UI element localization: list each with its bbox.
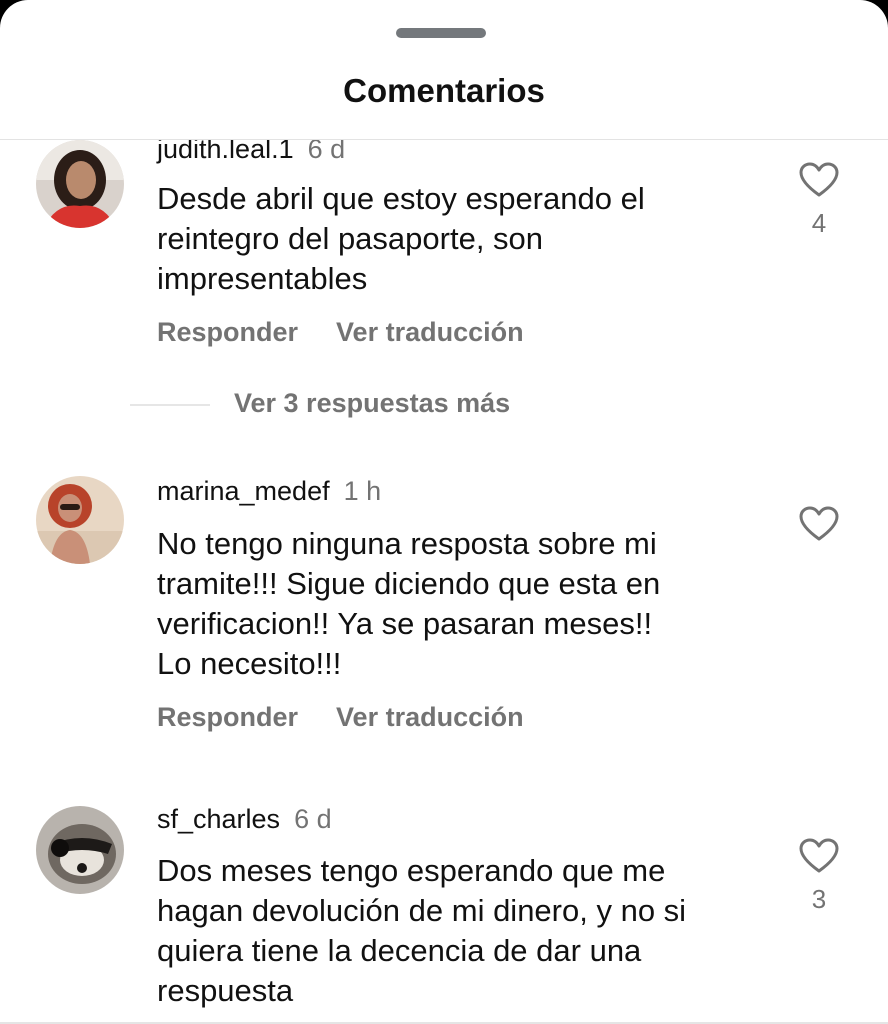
translate-button[interactable]: Ver traducción — [336, 317, 524, 347]
comment-line: reintegro del pasaporte, son — [157, 221, 544, 256]
comment-actions: Responder Ver traducción — [157, 317, 524, 348]
username[interactable]: sf_charles — [157, 804, 280, 834]
drag-handle[interactable] — [396, 28, 486, 38]
replies-divider — [130, 404, 210, 406]
reply-button[interactable]: Responder — [157, 702, 298, 732]
view-more-replies[interactable]: Ver 3 respuestas más — [0, 386, 888, 422]
heart-outline-icon — [799, 506, 839, 541]
comment-text: Dos meses tengo esperando que me hagan d… — [157, 851, 757, 1011]
comment-line: verificacion!! Ya se pasaran meses!! — [157, 606, 653, 641]
comment-line: quiera tiene la decencia de dar una — [157, 933, 642, 968]
username[interactable]: judith.leal.1 — [157, 140, 294, 164]
like-button[interactable]: 3 — [796, 838, 842, 915]
comment-line: Desde abril que estoy esperando el — [157, 181, 645, 216]
comment-line: No tengo ninguna resposta sobre mi — [157, 526, 657, 561]
reply-button[interactable]: Responder — [157, 317, 298, 347]
translate-button[interactable]: Ver traducción — [336, 702, 524, 732]
timestamp: 6 d — [294, 804, 332, 834]
comment-line: tramite!!! Sigue diciendo que esta en — [157, 566, 661, 601]
avatar-photo — [36, 140, 124, 228]
avatar[interactable] — [36, 140, 124, 228]
comment-meta: marina_medef 1 h — [157, 476, 381, 507]
comment-line: Dos meses tengo esperando que me — [157, 853, 666, 888]
comment-text: Desde abril que estoy esperando el reint… — [157, 179, 757, 299]
like-count: 4 — [811, 208, 827, 238]
like-button[interactable]: 4 — [796, 162, 842, 239]
comment-meta: sf_charles 6 d — [157, 804, 332, 835]
avatar-photo — [36, 476, 124, 564]
like-button[interactable] — [796, 506, 842, 552]
username[interactable]: marina_medef — [157, 476, 330, 506]
view-replies-button[interactable]: Ver 3 respuestas más — [234, 388, 510, 419]
comment-actions: Responder Ver traducción — [157, 702, 524, 733]
avatar[interactable] — [36, 806, 124, 894]
timestamp: 6 d — [307, 140, 346, 164]
comments-sheet: Comentarios judith.leal.1 6 d Desde abril… — [0, 0, 888, 1024]
comment-line: impresentables — [157, 261, 368, 296]
avatar-photo — [36, 806, 124, 894]
like-count: 3 — [811, 884, 827, 914]
comments-list[interactable]: judith.leal.1 6 d Desde abril que estoy e… — [0, 140, 888, 1024]
avatar[interactable] — [36, 476, 124, 564]
comment-line: respuesta — [157, 973, 294, 1008]
heart-outline-icon — [799, 162, 839, 197]
comment-text: No tengo ninguna resposta sobre mi trami… — [157, 524, 757, 684]
comment-meta: judith.leal.1 6 d — [157, 140, 345, 165]
comment-line: hagan devolución de mi dinero, y no si — [157, 893, 687, 928]
heart-outline-icon — [799, 838, 839, 873]
comment-line: Lo necesito!!! — [157, 646, 342, 681]
timestamp: 1 h — [343, 476, 382, 506]
page-title: Comentarios — [343, 72, 545, 109]
